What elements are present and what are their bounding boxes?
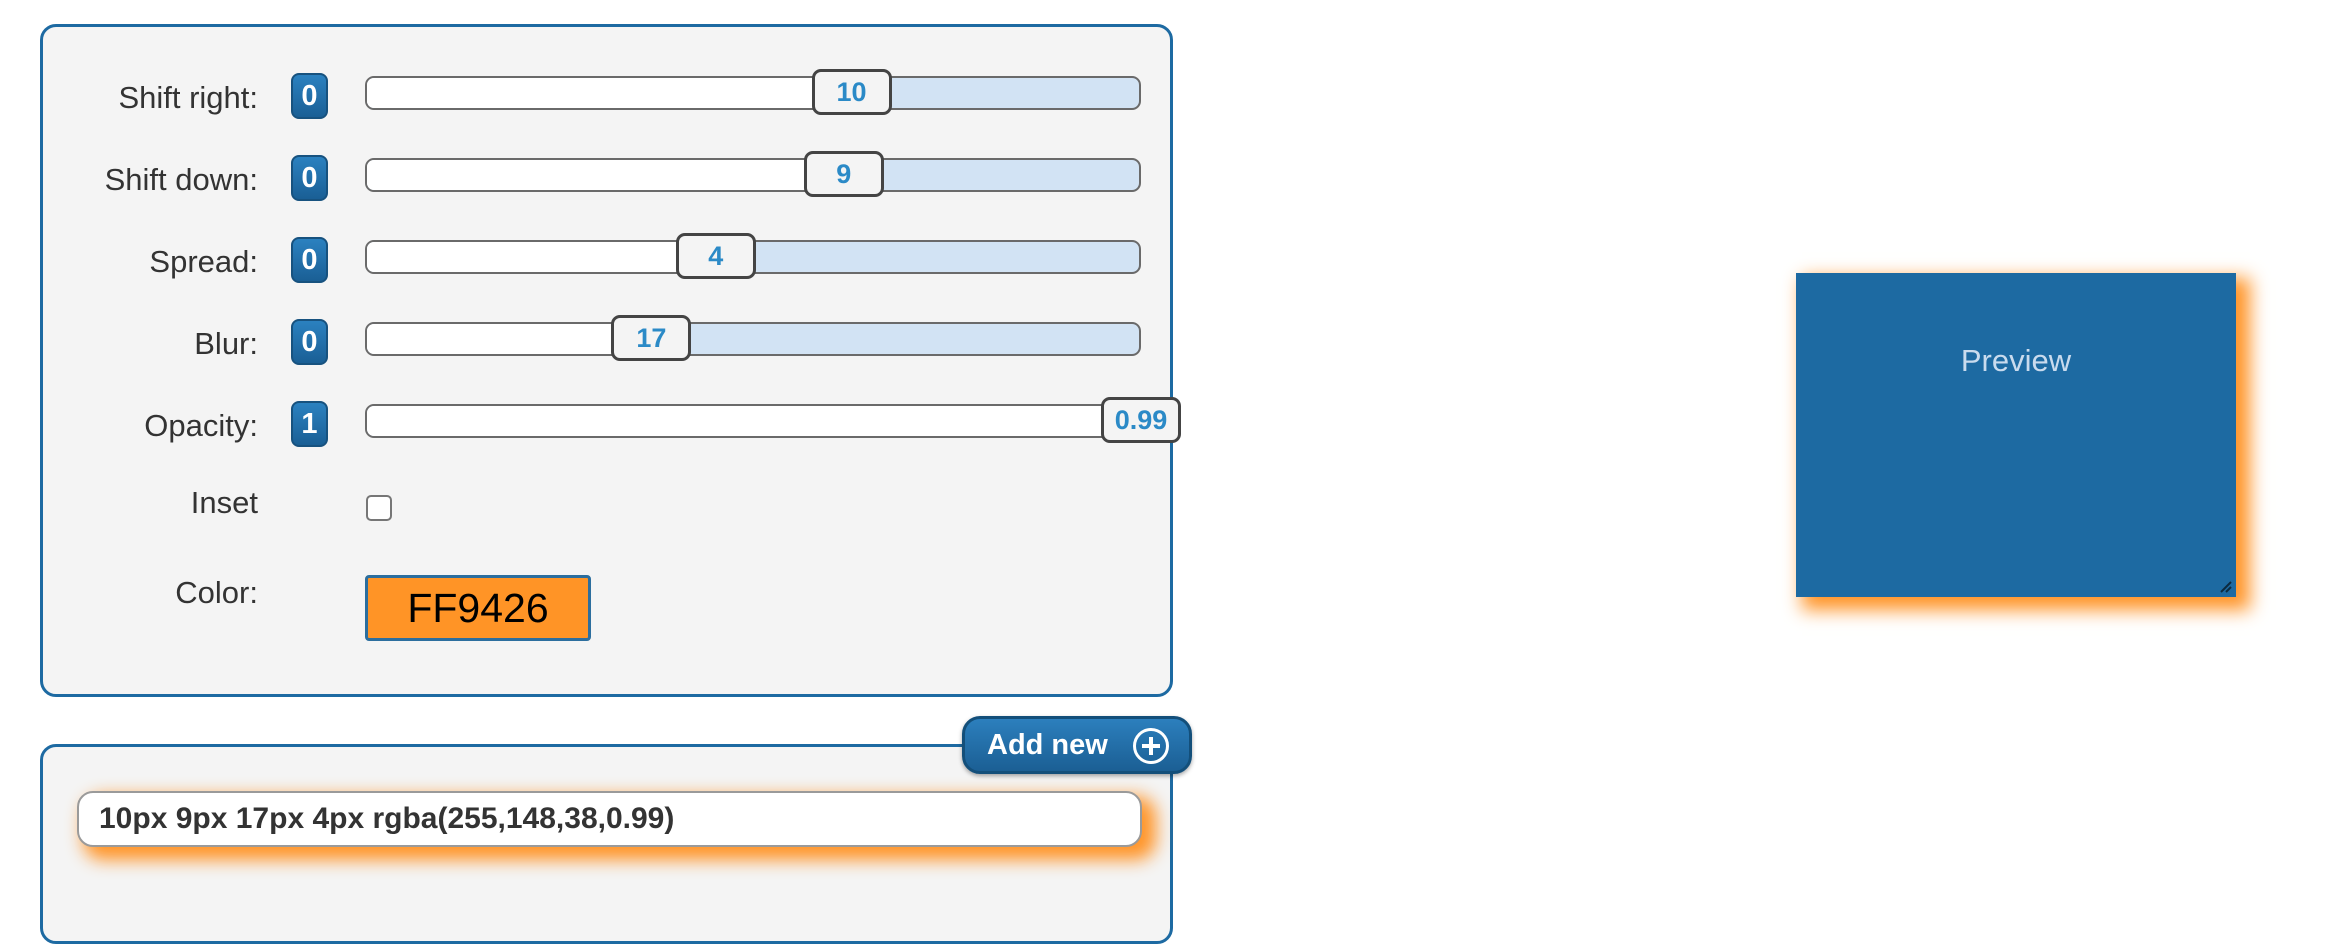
blur-badge: 0 — [291, 319, 328, 365]
preview-box: Preview — [1796, 273, 2236, 597]
slider-row-shift-down: Shift down: 0 9 — [43, 148, 1170, 208]
plus-circle-icon — [1133, 728, 1169, 764]
shift-right-slider-thumb[interactable]: 10 — [811, 69, 892, 115]
shadow-controls-panel: Shift right: 0 10 Shift down: 0 9 Spread… — [40, 24, 1181, 697]
add-new-button[interactable]: Add new — [962, 716, 1192, 774]
shift-right-slider-track[interactable] — [365, 76, 1141, 110]
shift-right-badge: 0 — [291, 73, 328, 119]
slider-row-opacity: Opacity: 1 0.99 — [43, 394, 1181, 454]
opacity-slider-thumb[interactable]: 0.99 — [1101, 397, 1181, 443]
shift-down-badge: 0 — [291, 155, 328, 201]
shadow-value-field[interactable]: 10px 9px 17px 4px rgba(255,148,38,0.99) — [77, 791, 1142, 847]
preview-label: Preview — [1960, 343, 2072, 378]
shift-down-label: Shift down: — [104, 162, 258, 197]
blur-label: Blur: — [194, 326, 258, 361]
inset-label: Inset — [190, 485, 258, 520]
blur-slider-thumb[interactable]: 17 — [611, 315, 692, 361]
add-new-label: Add new — [987, 729, 1108, 761]
inset-checkbox[interactable] — [366, 495, 392, 521]
opacity-badge: 1 — [291, 401, 328, 447]
color-label: Color: — [175, 575, 258, 610]
slider-row-spread: Spread: 0 4 — [43, 230, 1170, 290]
shift-right-label: Shift right: — [118, 80, 258, 115]
shift-down-slider-thumb[interactable]: 9 — [803, 151, 884, 197]
resize-handle-icon[interactable] — [2218, 579, 2232, 593]
shift-down-slider-track[interactable] — [365, 158, 1141, 192]
opacity-label: Opacity: — [144, 408, 258, 443]
spread-badge: 0 — [291, 237, 328, 283]
slider-row-shift-right: Shift right: 0 10 — [43, 66, 1170, 126]
slider-row-blur: Blur: 0 17 — [43, 312, 1170, 372]
color-picker[interactable]: FF9426 — [365, 575, 591, 641]
shadow-list-panel: 10px 9px 17px 4px rgba(255,148,38,0.99) — [40, 744, 1173, 944]
opacity-slider-track[interactable] — [365, 404, 1141, 438]
spread-label: Spread: — [149, 244, 258, 279]
blur-slider-track[interactable] — [365, 322, 1141, 356]
spread-slider-thumb[interactable]: 4 — [675, 233, 756, 279]
